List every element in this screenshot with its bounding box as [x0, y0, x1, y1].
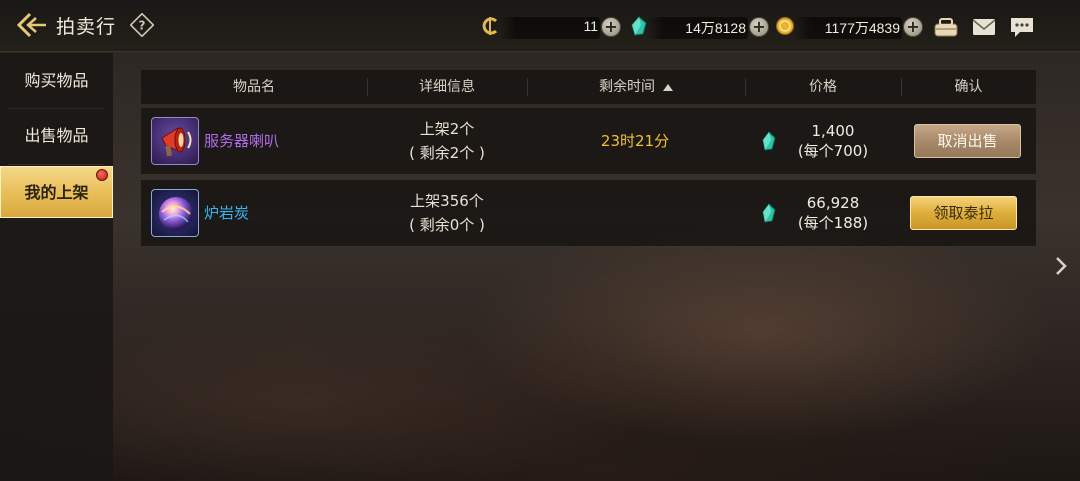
total-price: 66,928 [806, 194, 860, 212]
top-bar: 拍卖行 ? 11 + 14万8128 + 1177万4839 + [0, 0, 1080, 52]
column-header-detail[interactable]: 详细信息 [367, 70, 527, 104]
gold-coin-icon [774, 15, 796, 37]
glowing-orb-icon[interactable] [151, 189, 199, 237]
currency-gem-value: 14万8128 [685, 20, 746, 36]
page-title: 拍卖行 [56, 16, 117, 38]
notification-dot [96, 169, 108, 181]
column-header-confirm: 确认 [954, 79, 983, 95]
help-icon[interactable]: ? [129, 12, 155, 38]
add-coin-button[interactable]: + [601, 17, 621, 37]
column-header-time-label: 剩余时间 [599, 79, 655, 95]
item-name: 服务器喇叭 [204, 132, 280, 150]
item-price: 66,928 (每个188) [753, 193, 913, 233]
sidebar-item-sell[interactable]: 出售物品 [0, 110, 113, 162]
table-row[interactable]: 炉岩炭 上架356个 ( 剩余0个 ) 66,928 (每个188) 领取泰拉 [141, 180, 1036, 246]
chat-icon[interactable] [1008, 14, 1036, 40]
add-gold-button[interactable]: + [903, 17, 923, 37]
sidebar-item-my-listings[interactable]: 我的上架 [0, 166, 113, 218]
item-detail: 上架2个 ( 剩余2个 ) [367, 117, 527, 165]
item-name: 炉岩炭 [204, 204, 250, 222]
item-detail: 上架356个 ( 剩余0个 ) [367, 189, 527, 237]
sidebar-divider [8, 108, 105, 109]
item-price: 1,400 (每个700) [753, 121, 913, 161]
sort-ascending-icon [663, 83, 673, 91]
table-row[interactable]: 服务器喇叭 上架2个 ( 剩余2个 ) 23时21分 1,400 (每个700)… [141, 108, 1036, 174]
column-header-time[interactable]: 剩余时间 [527, 70, 745, 104]
listed-count: 上架2个 [419, 120, 475, 138]
remaining-time: 23时21分 [600, 132, 670, 150]
chevron-right-icon[interactable] [1052, 254, 1070, 278]
back-arrow-icon[interactable] [16, 10, 48, 40]
sidebar-item-buy[interactable]: 购买物品 [0, 55, 113, 107]
currency-gold-value: 1177万4839 [824, 20, 900, 36]
green-gem-icon [628, 15, 650, 37]
add-gem-button[interactable]: + [749, 17, 769, 37]
svg-text:?: ? [139, 19, 146, 33]
bag-icon[interactable] [932, 14, 960, 40]
red-megaphone-icon[interactable] [151, 117, 199, 165]
mail-icon[interactable] [970, 14, 998, 40]
sidebar-item-my-listings-label: 我的上架 [24, 183, 89, 202]
unit-price: (每个700) [797, 142, 869, 160]
cancel-sale-button[interactable]: 取消出售 [914, 124, 1021, 158]
collect-tera-button[interactable]: 领取泰拉 [910, 196, 1017, 230]
remaining-count: ( 剩余2个 ) [409, 144, 485, 162]
total-price: 1,400 [811, 122, 855, 140]
listed-count: 上架356个 [410, 192, 484, 210]
remaining-count: ( 剩余0个 ) [409, 216, 485, 234]
sidebar-divider [8, 164, 105, 165]
table-header: 物品名 详细信息 剩余时间 价格 确认 [141, 70, 1036, 104]
currency-coin-value: 11 [583, 18, 598, 34]
column-header-item-name[interactable]: 物品名 [141, 70, 367, 104]
unit-price: (每个188) [797, 214, 869, 232]
column-header-price[interactable]: 价格 [745, 70, 901, 104]
c-coin-icon [480, 15, 502, 37]
